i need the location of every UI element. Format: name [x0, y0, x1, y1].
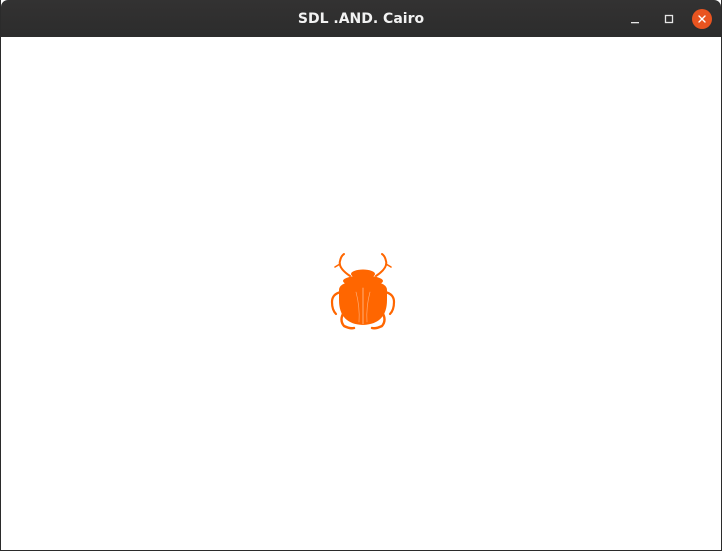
close-icon: [698, 15, 706, 23]
minimize-button[interactable]: [625, 9, 645, 29]
title-bar[interactable]: SDL .AND. Cairo: [1, 0, 721, 37]
maximize-icon: [664, 14, 674, 24]
scarab-beetle-icon: [330, 253, 396, 330]
close-button[interactable]: [692, 9, 712, 29]
maximize-button[interactable]: [659, 9, 679, 29]
app-window: SDL .AND. Cairo: [0, 0, 722, 551]
window-title: SDL .AND. Cairo: [297, 11, 425, 27]
cairo-canvas: [1, 37, 721, 550]
minimize-icon: [631, 22, 639, 24]
